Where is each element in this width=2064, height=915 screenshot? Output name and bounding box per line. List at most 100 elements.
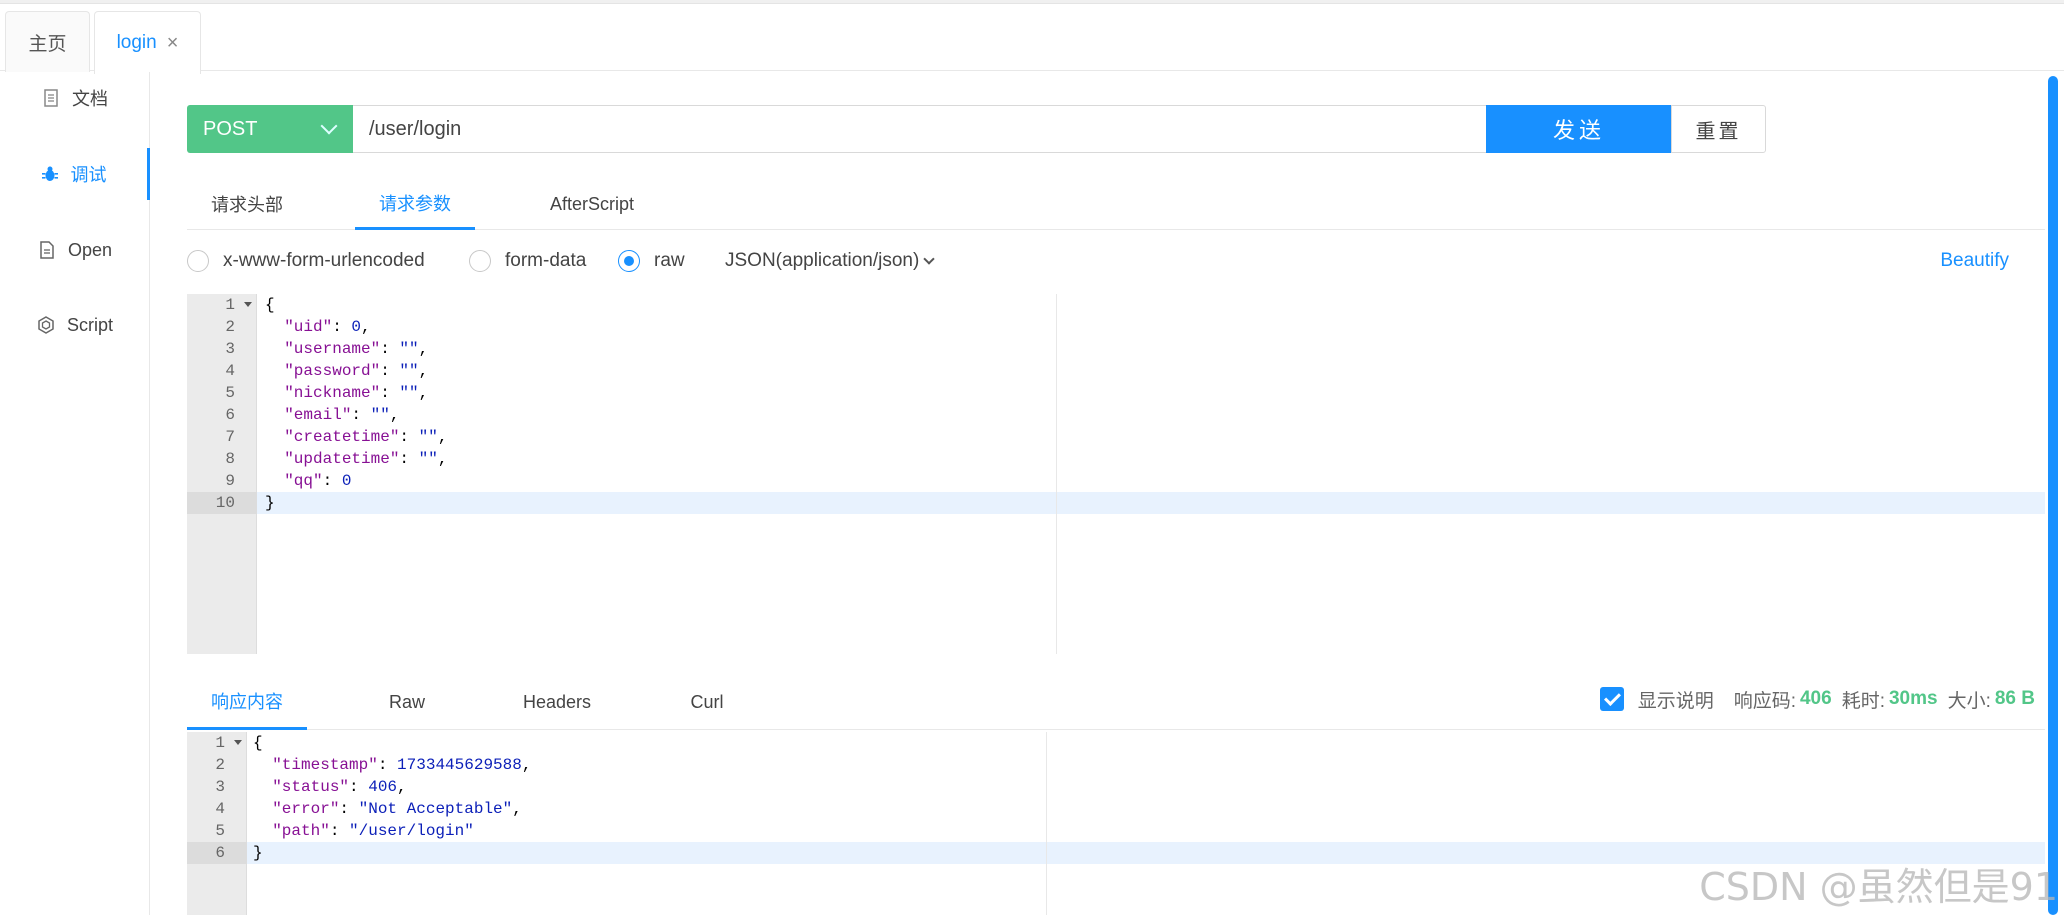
side-item-debug[interactable]: 调试	[0, 148, 150, 200]
radio-circle	[618, 250, 640, 272]
tab-request-params[interactable]: 请求参数	[355, 178, 475, 230]
code-token: "uid"	[284, 318, 333, 336]
radio-urlencoded[interactable]: x-www-form-urlencoded	[187, 240, 425, 282]
size-value: 86 B	[1994, 688, 2035, 709]
radio-circle	[469, 250, 491, 272]
send-button[interactable]: 发送	[1486, 105, 1672, 153]
code-token: "status"	[272, 778, 350, 796]
code-token: ,	[389, 406, 400, 424]
page-tab-home[interactable]: 主页	[5, 11, 90, 72]
tab-after-script[interactable]: AfterScript	[522, 178, 662, 230]
tab-request-headers[interactable]: 请求头部	[187, 178, 307, 230]
code-token: "Not Acceptable"	[358, 800, 513, 818]
side-item-label: 文档	[72, 89, 108, 109]
request-body-editor[interactable]: 1 2 3 4 5 6 7 8 9 10 { "uid": 0, "username": "", "…	[187, 294, 2045, 654]
page-tab-login-label: login	[116, 32, 157, 53]
file-icon	[38, 241, 56, 259]
code-token: "error"	[272, 800, 340, 818]
reset-button[interactable]: 重置	[1671, 105, 1766, 153]
side-item-open[interactable]: Open	[0, 224, 150, 276]
code-line: "password": "",	[265, 360, 428, 382]
code-token: ""	[370, 406, 390, 424]
elapsed-label: 耗时:	[1841, 690, 1885, 712]
code-token: "username"	[284, 340, 381, 358]
tab-response-headers[interactable]: Headers	[492, 675, 622, 730]
code-token: ""	[418, 428, 438, 446]
show-desc-checkbox[interactable]	[1599, 687, 1624, 711]
code-token: ,	[512, 800, 522, 818]
chevron-down-icon	[923, 253, 935, 265]
url-value: /user/login	[369, 117, 462, 140]
tab-response-raw[interactable]: Raw	[357, 675, 457, 730]
line-number: 1	[225, 296, 235, 314]
request-tabs: 请求头部 请求参数 AfterScript	[187, 178, 2045, 230]
code-token: :	[332, 318, 352, 336]
method-select[interactable]: POST	[187, 105, 353, 153]
code-token: ,	[521, 756, 532, 774]
code-token: :	[349, 778, 369, 796]
code-token: :	[380, 362, 400, 380]
code-line: {	[253, 732, 263, 754]
page-tab-login[interactable]: login ×	[94, 11, 201, 74]
code-token: "path"	[272, 822, 330, 840]
code-token: "timestamp"	[272, 756, 378, 774]
code-line: "qq": 0	[265, 470, 351, 492]
radio-label: form-data	[505, 250, 587, 271]
code-token: :	[329, 822, 350, 840]
code-token: :	[380, 384, 400, 402]
beautify-link[interactable]: Beautify	[1940, 240, 2009, 282]
code-token: {	[265, 296, 275, 314]
code-token: :	[339, 800, 359, 818]
code-token: :	[380, 340, 400, 358]
fold-toggle-icon[interactable]	[234, 740, 242, 745]
side-item-label: Script	[66, 314, 113, 335]
page-scrollbar[interactable]	[2048, 76, 2058, 915]
side-item-script[interactable]: Script	[0, 299, 150, 351]
editor-gutter	[187, 294, 257, 654]
line-number: 7	[225, 428, 235, 446]
side-item-docs[interactable]: 文档	[0, 72, 150, 124]
radio-label: raw	[654, 250, 685, 271]
content-type-value: JSON(application/json)	[725, 250, 920, 271]
tab-response-curl[interactable]: Curl	[657, 675, 757, 730]
bug-icon	[41, 165, 59, 183]
content-type-select[interactable]: JSON(application/json)	[725, 240, 935, 282]
document-icon	[42, 89, 60, 107]
close-icon[interactable]: ×	[167, 32, 179, 55]
code-token: 406	[368, 778, 398, 796]
code-token: "email"	[284, 406, 352, 424]
code-token: "/user/login"	[349, 822, 474, 840]
code-token: {	[253, 734, 263, 752]
code-token: }	[265, 494, 275, 512]
active-line-highlight	[257, 492, 2045, 514]
radio-form-data[interactable]: form-data	[469, 240, 586, 282]
code-token: :	[351, 406, 371, 424]
code-token: :	[399, 428, 419, 446]
fold-toggle-icon[interactable]	[244, 302, 252, 307]
chevron-down-icon	[320, 117, 338, 135]
code-line: "createtime": "",	[265, 426, 447, 448]
code-line: {	[265, 294, 275, 316]
code-line: "timestamp": 1733445629588,	[253, 754, 531, 776]
code-line: "error": "Not Acceptable",	[253, 798, 522, 820]
line-number: 5	[215, 822, 225, 840]
url-input[interactable]: /user/login	[353, 105, 1487, 153]
radio-raw[interactable]: raw	[618, 240, 685, 282]
code-token: :	[377, 756, 398, 774]
code-line: "path": "/user/login"	[253, 820, 474, 842]
code-line: }	[265, 492, 275, 514]
response-meta: 显示说明 响应码: 406 耗时: 30ms 大小: 86 B	[1599, 675, 2035, 723]
tab-response-content[interactable]: 响应内容	[187, 675, 307, 730]
line-number: 1	[215, 734, 225, 752]
code-token: "updatetime"	[284, 450, 400, 468]
code-token: ,	[418, 362, 429, 380]
